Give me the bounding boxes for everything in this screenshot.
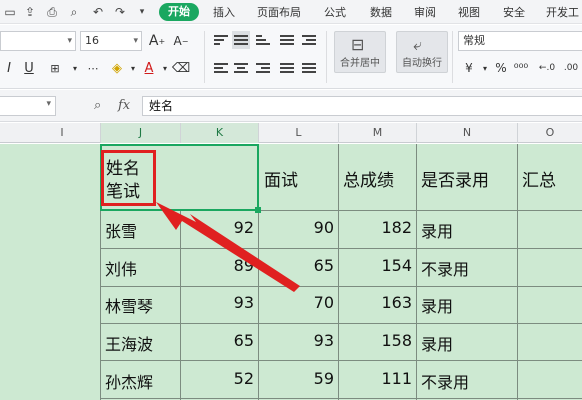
export-icon[interactable]: ⇪ xyxy=(22,4,38,20)
undo-icon[interactable]: ↶ xyxy=(90,4,106,20)
align-center-icon[interactable] xyxy=(232,59,250,77)
menu-tab-formulas[interactable]: 公式 xyxy=(324,4,346,20)
menu-tab-security[interactable]: 安全 xyxy=(503,4,525,20)
save-icon[interactable]: ▭ xyxy=(2,4,18,20)
chevron-down-icon: ▾ xyxy=(67,36,72,46)
menu-bar: ▭ ⇪ ⎙ ⌕ ↶ ↷ ▾ 开始 插入 页面布局 公式 数据 审阅 视图 安全 … xyxy=(0,0,582,24)
chevron-down-icon: ▾ xyxy=(133,36,138,46)
column-header-o[interactable]: O xyxy=(518,123,582,143)
wrap-text-icon: ⤶ xyxy=(413,35,422,54)
ribbon-divider xyxy=(452,31,453,83)
align-middle-icon[interactable] xyxy=(232,31,250,49)
number-format-select[interactable]: 常规 xyxy=(458,31,582,51)
name-box[interactable]: ▾ xyxy=(0,96,56,116)
increase-decimal-icon[interactable]: ←.0 xyxy=(538,59,556,77)
indent-icon[interactable] xyxy=(300,31,318,49)
align-bottom-icon[interactable] xyxy=(254,31,272,49)
ribbon-toolbar: ▾ 16 ▾ A + A − I U ⊞ ▾ ⋯ ◈ ▾ A ▾ ⌫ ⊟ 合并居… xyxy=(0,25,582,89)
column-header-i[interactable]: I xyxy=(24,123,101,143)
ribbon-divider xyxy=(204,31,205,83)
column-header-m[interactable]: M xyxy=(339,123,417,143)
distributed-icon[interactable] xyxy=(300,59,318,77)
formula-bar: ▾ ⌕ fx 姓名 xyxy=(0,90,582,122)
align-right-icon[interactable] xyxy=(254,59,272,77)
print-preview-icon[interactable]: ⌕ xyxy=(66,4,82,20)
wrap-text-label: 自动换行 xyxy=(402,58,442,69)
clear-format-icon[interactable]: ⌫ xyxy=(172,59,190,77)
ribbon-divider xyxy=(326,31,327,83)
column-header-l[interactable]: L xyxy=(259,123,339,143)
menu-tab-review[interactable]: 审阅 xyxy=(414,4,436,20)
menu-tab-data[interactable]: 数据 xyxy=(370,4,392,20)
annotation-arrow-shape xyxy=(156,202,300,292)
menu-tab-view[interactable]: 视图 xyxy=(458,4,480,20)
percent-icon[interactable]: % xyxy=(492,59,510,77)
font-name-select[interactable]: ▾ xyxy=(0,31,76,51)
merge-cells-icon: ⊟ xyxy=(351,35,365,54)
more-icon[interactable]: ⋯ xyxy=(84,59,102,77)
align-left-icon[interactable] xyxy=(212,59,230,77)
chevron-down-icon: ▾ xyxy=(46,99,51,109)
menu-tab-page-layout[interactable]: 页面布局 xyxy=(257,4,301,20)
borders-icon[interactable]: ⊞ xyxy=(46,59,64,77)
decrease-decimal-icon[interactable]: .00 xyxy=(562,59,580,77)
align-top-icon[interactable] xyxy=(212,31,230,49)
column-header-row: I J K L M N O xyxy=(0,123,582,143)
menu-tab-developer[interactable]: 开发工 xyxy=(546,4,579,20)
print-icon[interactable]: ⎙ xyxy=(44,4,60,20)
justify-icon[interactable] xyxy=(278,59,296,77)
orientation-icon[interactable] xyxy=(278,31,296,49)
decrease-font-icon[interactable]: A − xyxy=(172,32,190,50)
thousands-separator-icon[interactable]: ⁰⁰⁰ xyxy=(512,59,530,77)
merge-center-label: 合并居中 xyxy=(340,58,380,69)
fx-icon[interactable]: fx xyxy=(118,98,130,113)
increase-font-icon[interactable]: A + xyxy=(148,32,166,50)
quick-access-dropdown-icon[interactable]: ▾ xyxy=(134,4,150,20)
annotation-arrow xyxy=(156,202,300,292)
italic-icon[interactable]: I xyxy=(0,59,18,77)
column-header-j[interactable]: J xyxy=(101,123,181,143)
menu-tab-insert[interactable]: 插入 xyxy=(213,4,235,20)
formula-input[interactable]: 姓名 xyxy=(142,96,582,116)
borders-dropdown-icon[interactable]: ▾ xyxy=(66,59,84,77)
spreadsheet-grid[interactable]: 姓名 笔试 面试 总成绩 是否录用 汇总 张雪 92 90 182 录用 刘伟 … xyxy=(0,144,582,400)
column-header-k[interactable]: K xyxy=(181,123,259,143)
redo-icon[interactable]: ↷ xyxy=(112,4,128,20)
font-size-value: 16 xyxy=(85,34,99,47)
underline-icon[interactable]: U xyxy=(20,59,38,77)
zoom-icon[interactable]: ⌕ xyxy=(94,98,101,113)
menu-tab-start[interactable]: 开始 xyxy=(159,3,199,21)
column-header-n[interactable]: N xyxy=(417,123,518,143)
number-format-value: 常规 xyxy=(463,34,485,47)
font-size-select[interactable]: 16 ▾ xyxy=(80,31,142,51)
